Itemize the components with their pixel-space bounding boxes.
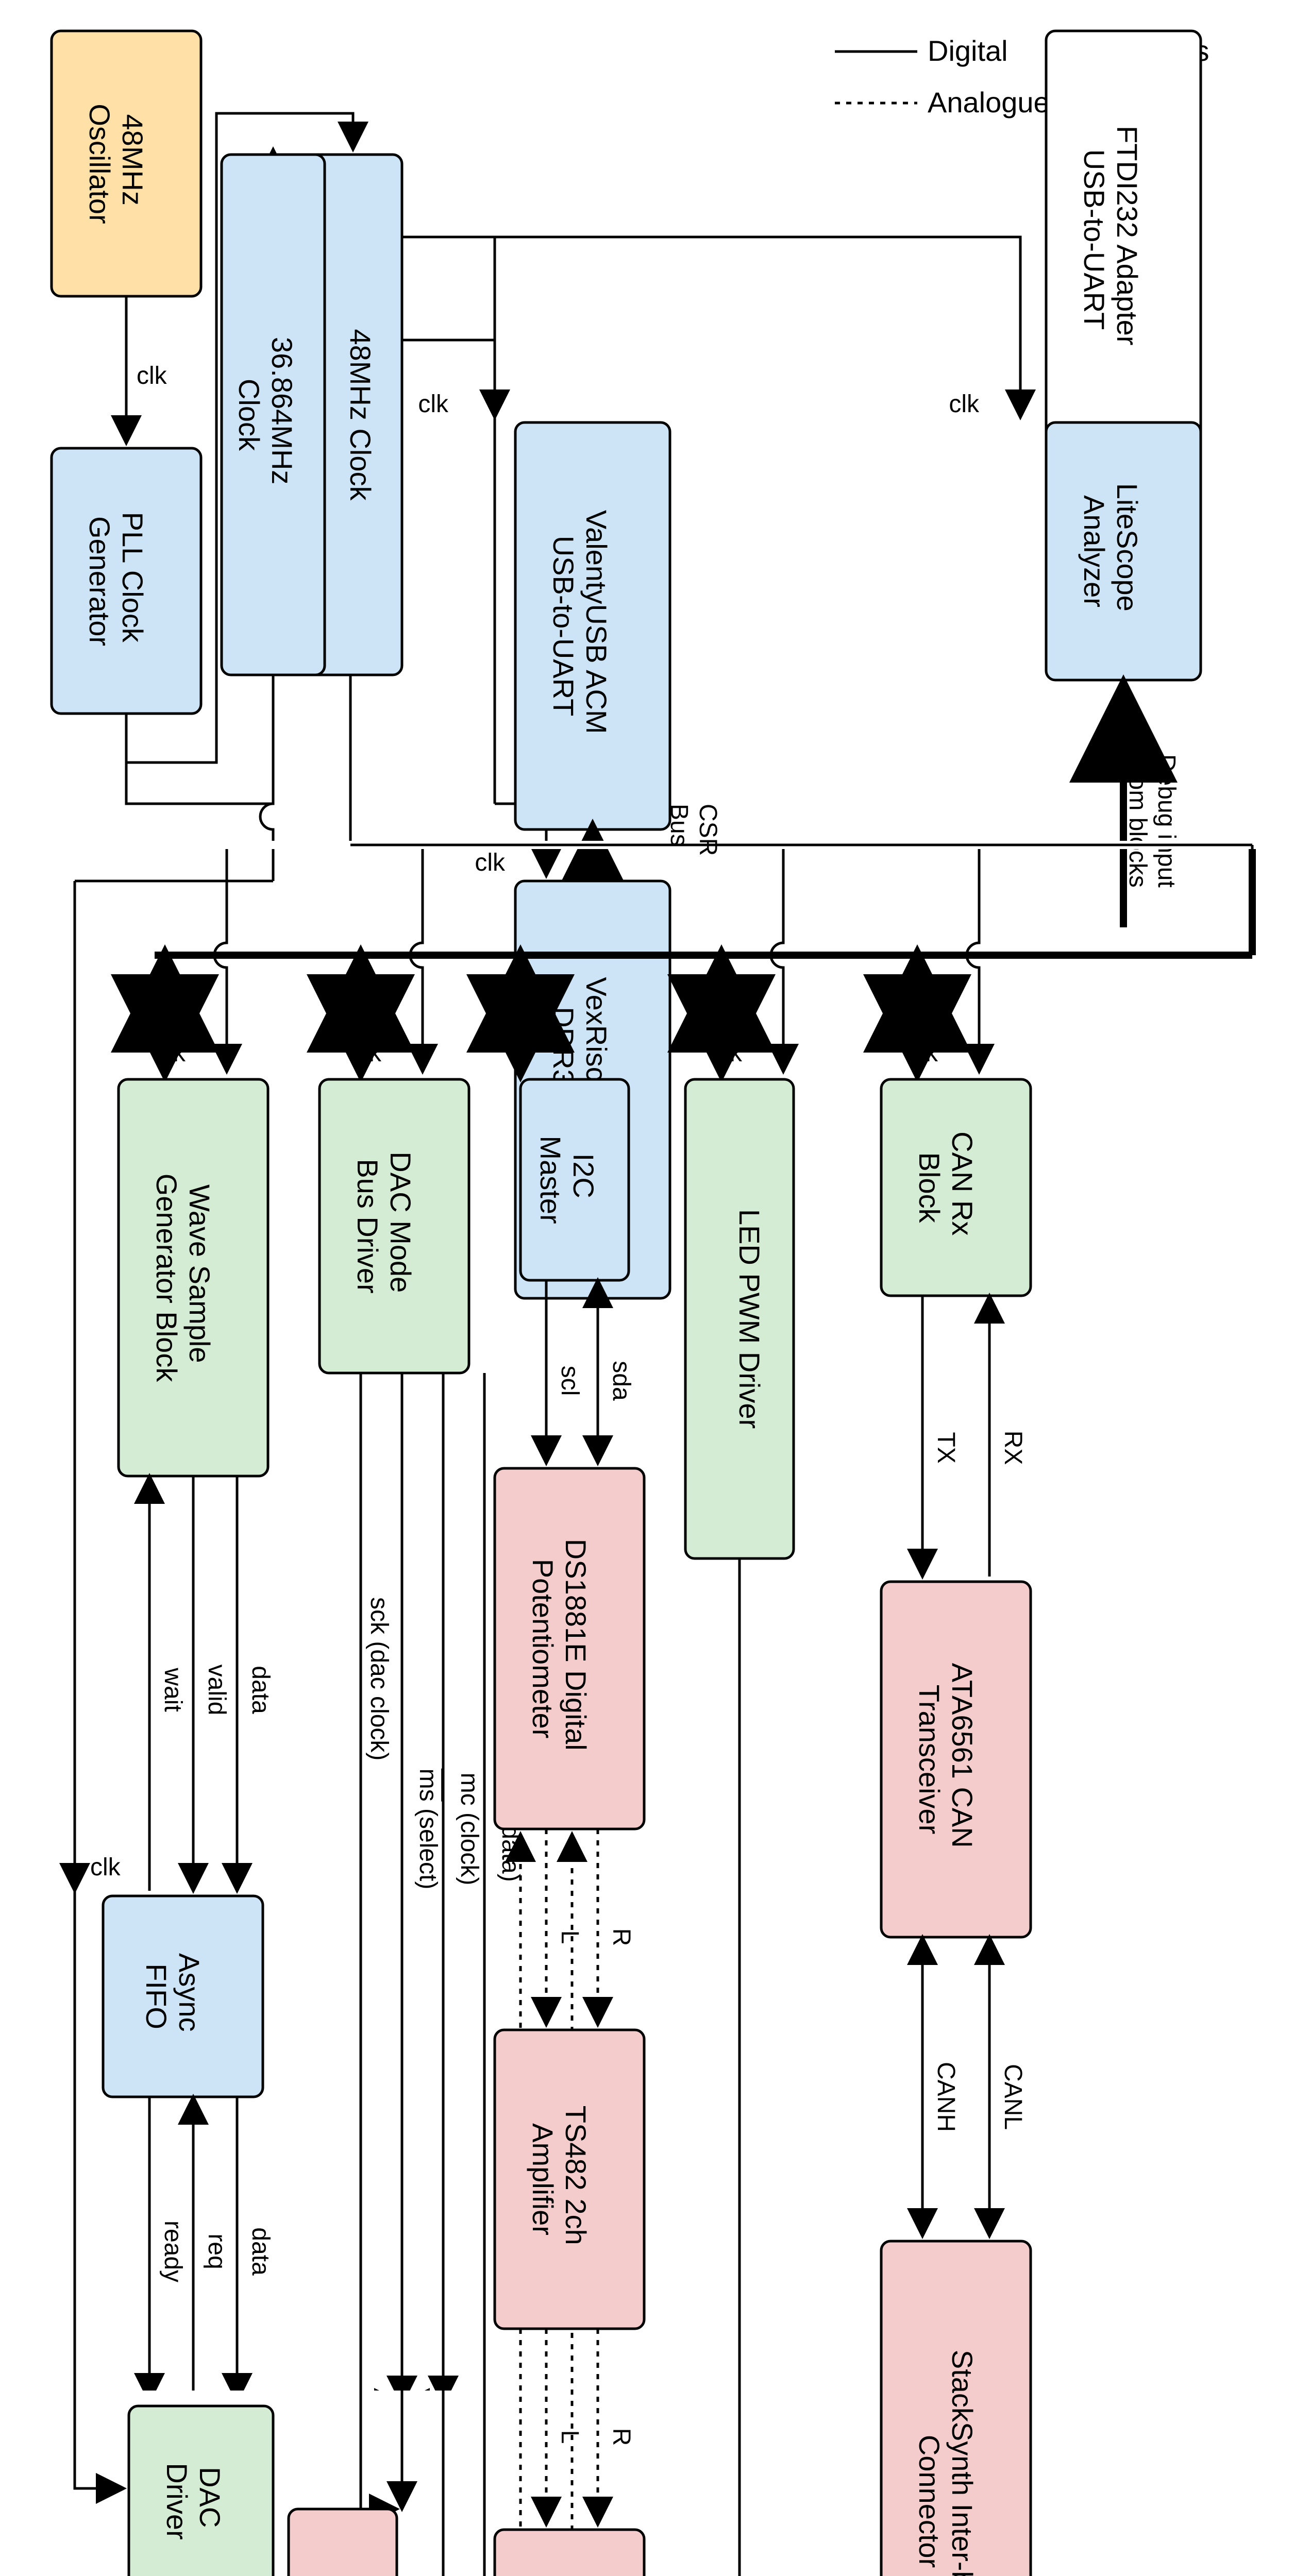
svg-text:scl: scl xyxy=(556,1366,583,1396)
svg-text:clk: clk xyxy=(155,1040,186,1067)
svg-text:DAC Mode Bus Driver: DAC Mode Bus Driver xyxy=(351,1151,417,1300)
svg-text:mc (clock): mc (clock) xyxy=(456,1773,483,1886)
svg-text:L: L xyxy=(556,2430,583,2444)
svg-text:wait: wait xyxy=(159,1667,187,1711)
block-ftdi: FTDI232 Adapter USB-to-UART xyxy=(1046,31,1201,448)
block-ts482: TS482 2ch Amplifier xyxy=(495,2030,644,2329)
svg-text:clk: clk xyxy=(475,849,506,876)
block-asyncfifo: Async FIFO xyxy=(103,1896,263,2097)
svg-text:DAC Driver: DAC Driver xyxy=(161,2463,226,2539)
svg-text:FTDI232 Adapter USB-to-U: FTDI232 Adapter USB-to-UART xyxy=(1078,126,1144,353)
svg-text:clk: clk xyxy=(90,1854,121,1881)
svg-text:data: data xyxy=(247,2227,274,2276)
svg-text:TX: TX xyxy=(932,1432,960,1463)
block-canrx: CAN Rx Block xyxy=(881,1079,1031,1296)
block-usb-acm: ValentyUSB ACM USB-to-UART xyxy=(515,422,670,829)
edge-osc-pll-clk: clk xyxy=(137,362,167,389)
svg-text:clk: clk xyxy=(907,1040,938,1067)
svg-text:ValentyUSB ACM USB-to-UA: ValentyUSB ACM USB-to-UART xyxy=(547,510,613,742)
svg-text:valid: valid xyxy=(203,1665,230,1716)
svg-text:ready: ready xyxy=(159,2221,187,2282)
svg-text:TS482 2ch Amplifier: TS482 2ch Amplifier xyxy=(527,2106,592,2253)
svg-text:clk: clk xyxy=(712,1040,743,1067)
block-ata6561: ATA6561 CAN Transceiver xyxy=(881,1582,1031,1937)
svg-text:PLL Clock Generator: PLL Clock Generator xyxy=(83,512,149,651)
block-dacmode: DAC Mode Bus Driver xyxy=(320,1079,469,1373)
svg-text:LiteScope Analyzer: LiteScope Analyzer xyxy=(1078,483,1144,620)
svg-text:ms (select): ms (select) xyxy=(414,1769,442,1890)
svg-text:LED PWM Driver: LED PWM Driver xyxy=(733,1209,766,1429)
block-stacksynth: StackSynth Inter-board Connector xyxy=(881,2241,1031,2576)
svg-text:clk: clk xyxy=(418,391,449,418)
block-ds1881e: DS1881E Digital Potentiometer xyxy=(495,1468,644,1829)
svg-text:DS1881E Digital Potentio: DS1881E Digital Potentiometer xyxy=(527,1539,592,1758)
svg-text:Debug input from blocks: Debug input from blocks xyxy=(1124,754,1180,894)
svg-text:RX: RX xyxy=(999,1431,1027,1465)
svg-text:sck (dac clock): sck (dac clock) xyxy=(365,1597,393,1760)
block-osc48: 48MHz Oscillator xyxy=(52,31,201,296)
svg-text:CANL: CANL xyxy=(999,2064,1027,2130)
block-pll: PLL Clock Generator xyxy=(52,448,201,714)
block-pcm1780-final: PCM1780 DAC xyxy=(289,2509,397,2576)
svg-text:clk: clk xyxy=(351,1040,382,1067)
block-dacdriver2: DAC Driver xyxy=(129,2406,273,2576)
svg-text:CSR Bus: CSR Bus xyxy=(665,804,721,863)
block-ledpwm: LED PWM Driver xyxy=(685,1079,794,1558)
svg-text:R: R xyxy=(608,1928,635,1946)
block-wavegen: Wave Sample Generator Block xyxy=(119,1079,268,1476)
svg-text:Wave Sample Generator Bl: Wave Sample Generator Block xyxy=(150,1174,216,1383)
svg-text:data: data xyxy=(247,1666,274,1714)
block-clk36: 36.864MHz Clock xyxy=(222,155,325,675)
svg-text:clk: clk xyxy=(949,391,980,418)
block-litescope: LiteScope Analyzer xyxy=(1046,422,1201,680)
svg-text:48MHz Clock: 48MHz Clock xyxy=(344,329,377,501)
svg-text:48MHz Oscillator: 48MHz Oscillator xyxy=(83,104,149,224)
svg-text:L: L xyxy=(556,1930,583,1944)
svg-text:sda: sda xyxy=(608,1361,635,1401)
svg-text:req: req xyxy=(203,2233,230,2269)
svg-text:Async FIFO: Async FIFO xyxy=(140,1953,206,2040)
block-i2c: I2C Master xyxy=(520,1079,629,1280)
legend-analogue: Analogue xyxy=(928,86,1050,118)
svg-text:R: R xyxy=(608,2428,635,2446)
legend-digital: Digital xyxy=(928,35,1008,67)
svg-text:ATA6561 CAN Transceiver: ATA6561 CAN Transceiver xyxy=(913,1663,979,1856)
block-audio35: 3.5mm Audio Port xyxy=(495,2530,644,2576)
svg-text:CANH: CANH xyxy=(932,2062,960,2132)
